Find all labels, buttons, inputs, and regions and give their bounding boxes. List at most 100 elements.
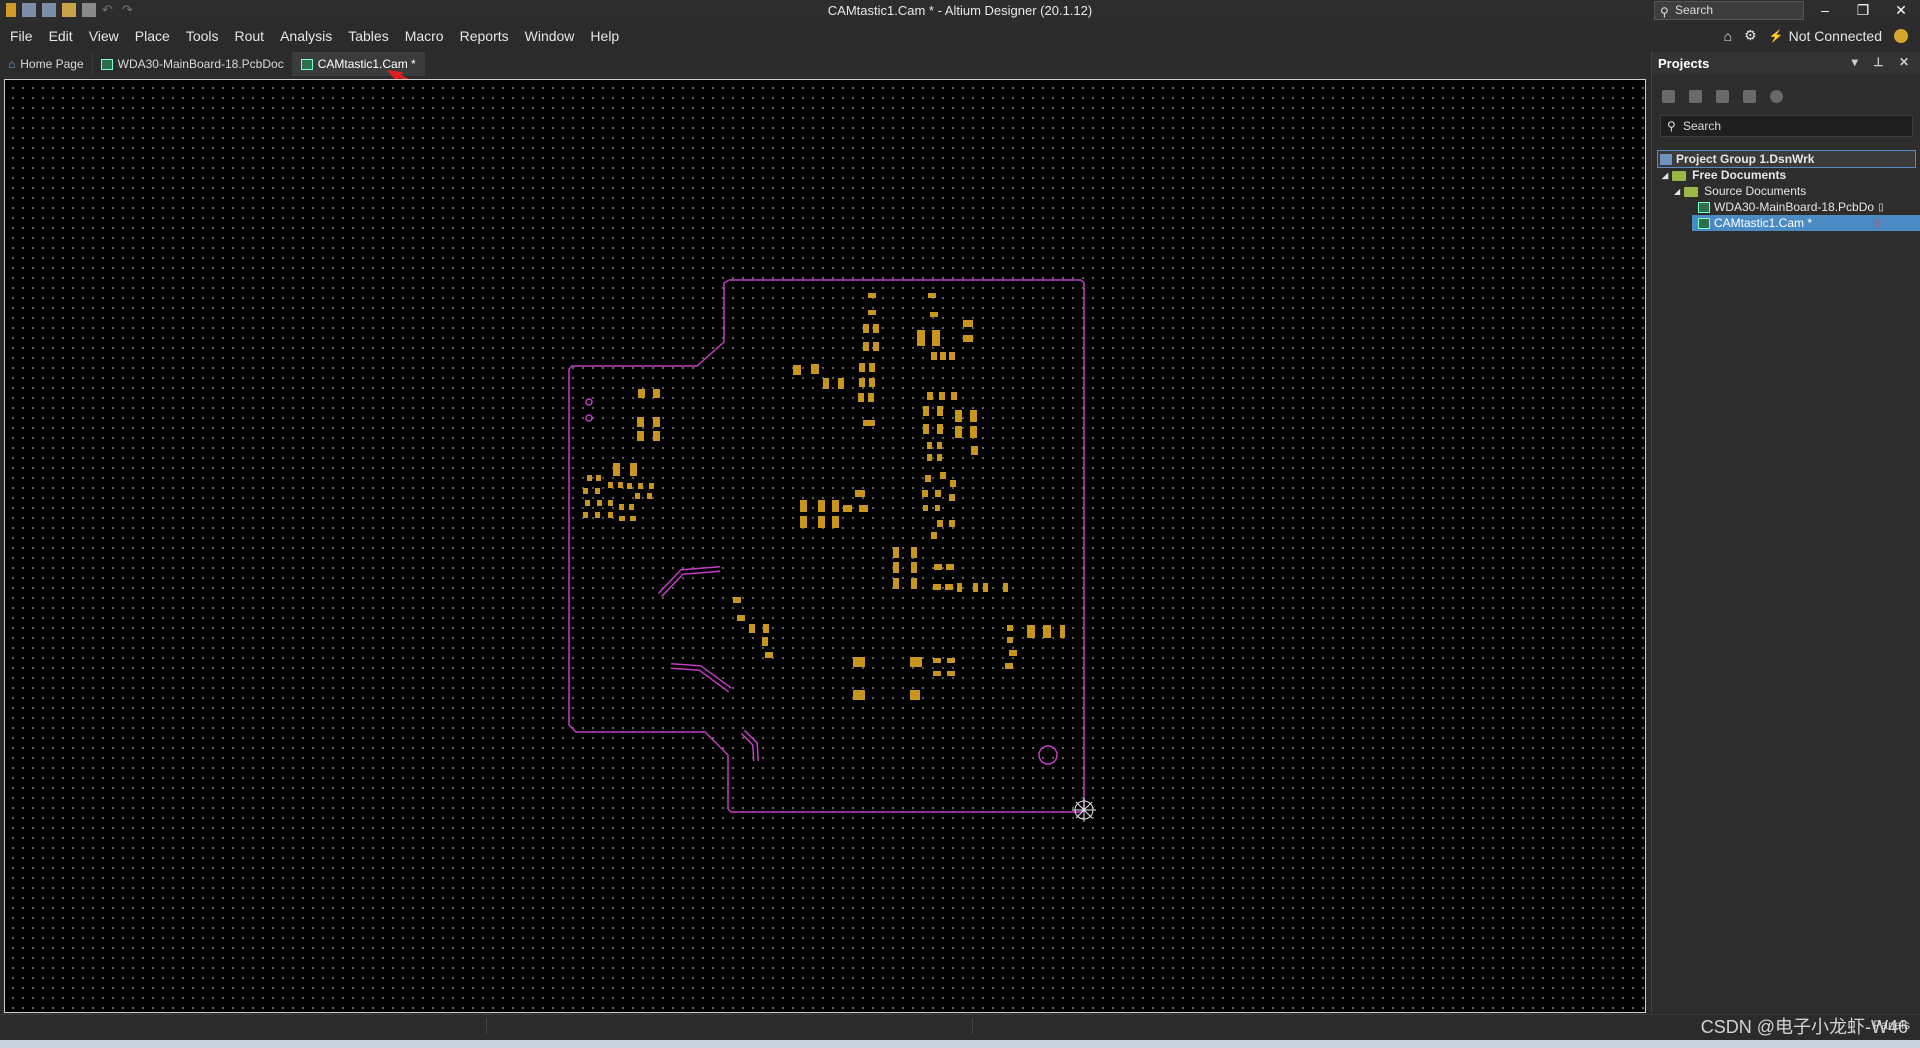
pad <box>868 393 874 402</box>
menu-tools[interactable]: Tools <box>186 28 219 44</box>
pin-icon[interactable]: ⊥ <box>1873 55 1889 69</box>
status-separator <box>486 1018 487 1034</box>
panel-close-icon[interactable]: ✕ <box>1899 55 1915 69</box>
pad <box>630 516 636 521</box>
workspace-icon <box>1660 153 1672 165</box>
origin-marker <box>1072 798 1096 822</box>
pad <box>869 363 875 372</box>
menu-rout[interactable]: Rout <box>235 28 265 44</box>
pad <box>765 652 773 658</box>
pad <box>955 426 962 438</box>
collapse-arrow-icon: ◢ <box>1674 186 1681 196</box>
close-project-icon[interactable] <box>1743 90 1756 103</box>
cam-canvas[interactable] <box>4 79 1646 1013</box>
save-project-icon[interactable] <box>1662 90 1675 103</box>
restore-button[interactable]: ❐ <box>1844 0 1882 22</box>
pad <box>1043 625 1051 638</box>
pad <box>583 512 588 518</box>
tree-item-project-group[interactable]: Project Group 1.DsnWrk <box>1657 150 1916 168</box>
pad <box>949 520 955 527</box>
pad <box>832 516 839 528</box>
pad <box>931 352 937 360</box>
main-menu: File Edit View Place Tools Rout Analysis… <box>10 28 619 44</box>
status-separator <box>972 1018 973 1034</box>
pad <box>935 490 941 497</box>
tree-item-source-documents[interactable]: ◢ Source Documents <box>1652 183 1920 199</box>
menu-help[interactable]: Help <box>590 28 619 44</box>
pad <box>925 475 931 482</box>
menu-edit[interactable]: Edit <box>49 28 73 44</box>
pad <box>853 657 865 667</box>
document-tabs: ⌂ Home Page WDA30-MainBoard-18.PcbDoc CA… <box>0 52 425 76</box>
pad <box>608 500 613 506</box>
tree-label: WDA30-MainBoard-18.PcbDo <box>1714 200 1875 214</box>
projects-panel: Projects ▾ ⊥ ✕ ⚲ Search Project Group 1.… <box>1651 52 1920 1012</box>
document-icon: ▯ <box>1878 201 1884 213</box>
pad <box>595 512 600 518</box>
pad <box>638 389 645 398</box>
pad <box>930 312 938 317</box>
pad <box>951 392 957 400</box>
tree-label: CAMtastic1.Cam * <box>1714 216 1813 230</box>
settings-gear-icon[interactable]: ⚙ <box>1744 27 1757 44</box>
pad <box>869 378 875 387</box>
menu-tables[interactable]: Tables <box>348 28 388 44</box>
menu-file[interactable]: File <box>10 28 33 44</box>
project-search-input[interactable]: ⚲ Search <box>1660 115 1913 137</box>
pad <box>946 564 954 570</box>
projects-panel-header: Projects ▾ ⊥ ✕ <box>1652 52 1920 74</box>
mounting-hole <box>1038 745 1058 765</box>
user-avatar-icon[interactable] <box>1894 28 1908 43</box>
tree-label: Free Documents <box>1692 168 1787 182</box>
compile-icon[interactable] <box>1716 90 1729 103</box>
pad <box>973 583 978 592</box>
pad <box>983 583 988 592</box>
folder-icon <box>1684 185 1700 197</box>
folder-icon <box>1672 169 1688 181</box>
pad <box>893 562 899 573</box>
copy-icon[interactable] <box>1689 90 1702 103</box>
tab-label: WDA30-MainBoard-18.PcbDoc <box>117 57 284 71</box>
pad <box>587 475 592 481</box>
pad <box>949 352 955 360</box>
pcb-doc-icon <box>100 58 113 70</box>
panel-menu-icon[interactable]: ▾ <box>1852 55 1864 69</box>
project-tree: Project Group 1.DsnWrk ◢ Free Documents … <box>1652 150 1920 231</box>
pad <box>910 690 920 700</box>
menu-macro[interactable]: Macro <box>405 28 444 44</box>
watermark: CSDN @电子小龙虾-W46 <box>1700 1017 1908 1037</box>
tab-home-page[interactable]: ⌂ Home Page <box>0 52 93 76</box>
tree-item-pcbdoc[interactable]: WDA30-MainBoard-18.PcbDo ▯ <box>1652 199 1920 215</box>
tree-item-free-documents[interactable]: ◢ Free Documents <box>1652 167 1920 183</box>
home-icon: ⌂ <box>8 57 16 71</box>
menu-window[interactable]: Window <box>525 28 575 44</box>
pad <box>613 463 620 476</box>
gear-icon[interactable] <box>1770 90 1783 103</box>
home-icon[interactable]: ⌂ <box>1724 28 1732 44</box>
minimize-button[interactable]: – <box>1806 0 1844 22</box>
tree-item-camtastic[interactable]: CAMtastic1.Cam * ▯ <box>1692 215 1920 231</box>
pad <box>1007 637 1013 643</box>
menu-analysis[interactable]: Analysis <box>280 28 332 44</box>
pad <box>970 426 977 438</box>
pad <box>608 512 613 518</box>
pad <box>917 330 925 346</box>
pad <box>858 393 864 402</box>
project-search-placeholder: Search <box>1683 119 1722 133</box>
pad <box>608 482 613 488</box>
pad <box>863 324 869 333</box>
small-hole-2 <box>585 414 593 422</box>
menu-place[interactable]: Place <box>135 28 170 44</box>
board-outline <box>568 279 1085 813</box>
pad <box>1060 625 1065 638</box>
plug-icon: ⚡ <box>1768 28 1784 43</box>
pad <box>933 671 941 676</box>
menu-view[interactable]: View <box>89 28 119 44</box>
connection-status[interactable]: ⚡ Not Connected <box>1769 28 1882 44</box>
pad <box>619 504 624 510</box>
pad <box>863 342 869 351</box>
close-button[interactable]: ✕ <box>1882 0 1920 22</box>
tab-pcbdoc[interactable]: WDA30-MainBoard-18.PcbDoc <box>93 52 293 76</box>
global-search-input[interactable]: ⚲ Search <box>1654 1 1804 20</box>
menu-reports[interactable]: Reports <box>460 28 509 44</box>
